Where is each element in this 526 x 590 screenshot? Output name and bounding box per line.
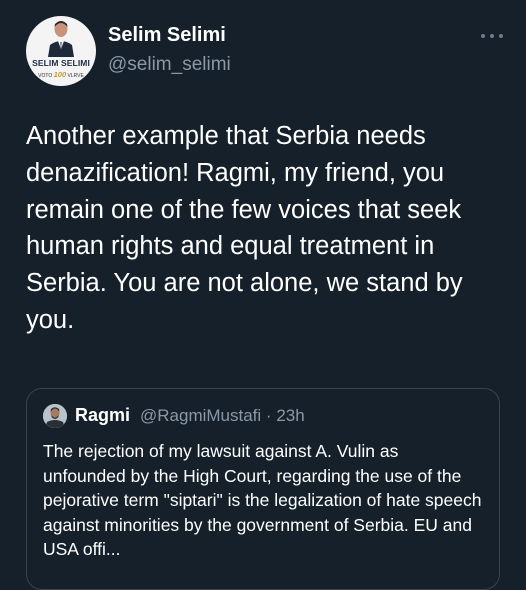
quoted-tweet-text: The rejection of my lawsuit against A. V… (43, 441, 482, 559)
avatar-caption-left: VOTO (38, 73, 53, 79)
person-photo-icon (48, 21, 74, 57)
author-display-name[interactable]: Selim Selimi (108, 24, 226, 47)
author-avatar[interactable]: SELIM SELIMI VOTO 100 VLRVE (26, 16, 96, 86)
author-handle[interactable]: @selim_selimi (108, 54, 231, 76)
avatar-badge-text: SELIM SELIMI (32, 58, 90, 68)
quoted-author-meta: @RagmiMustafi · 23h (140, 406, 305, 426)
more-horizontal-icon[interactable] (478, 28, 506, 44)
quoted-tweet[interactable]: Ragmi @RagmiMustafi · 23h The rejection … (26, 388, 500, 590)
avatar-caption-right: VLRVE (67, 73, 84, 79)
avatar-caption: VOTO 100 VLRVE (26, 70, 96, 79)
tweet-text: Another example that Serbia needs denazi… (26, 122, 463, 334)
avatar-caption-number: 100 (53, 70, 67, 79)
meta-separator: · (265, 406, 272, 425)
quoted-author-name: Ragmi (75, 405, 131, 425)
quoted-tweet-header: Ragmi @RagmiMustafi · 23h (43, 403, 483, 429)
tweet-header: SELIM SELIMI VOTO 100 VLRVE Selim Selimi… (26, 16, 506, 88)
quoted-author-handle: @RagmiMustafi (140, 406, 262, 425)
tweet-card: SELIM SELIMI VOTO 100 VLRVE Selim Selimi… (0, 0, 526, 590)
quoted-person-icon (43, 404, 67, 428)
quoted-tweet-time: 23h (276, 406, 305, 425)
quoted-author-avatar (43, 404, 67, 428)
